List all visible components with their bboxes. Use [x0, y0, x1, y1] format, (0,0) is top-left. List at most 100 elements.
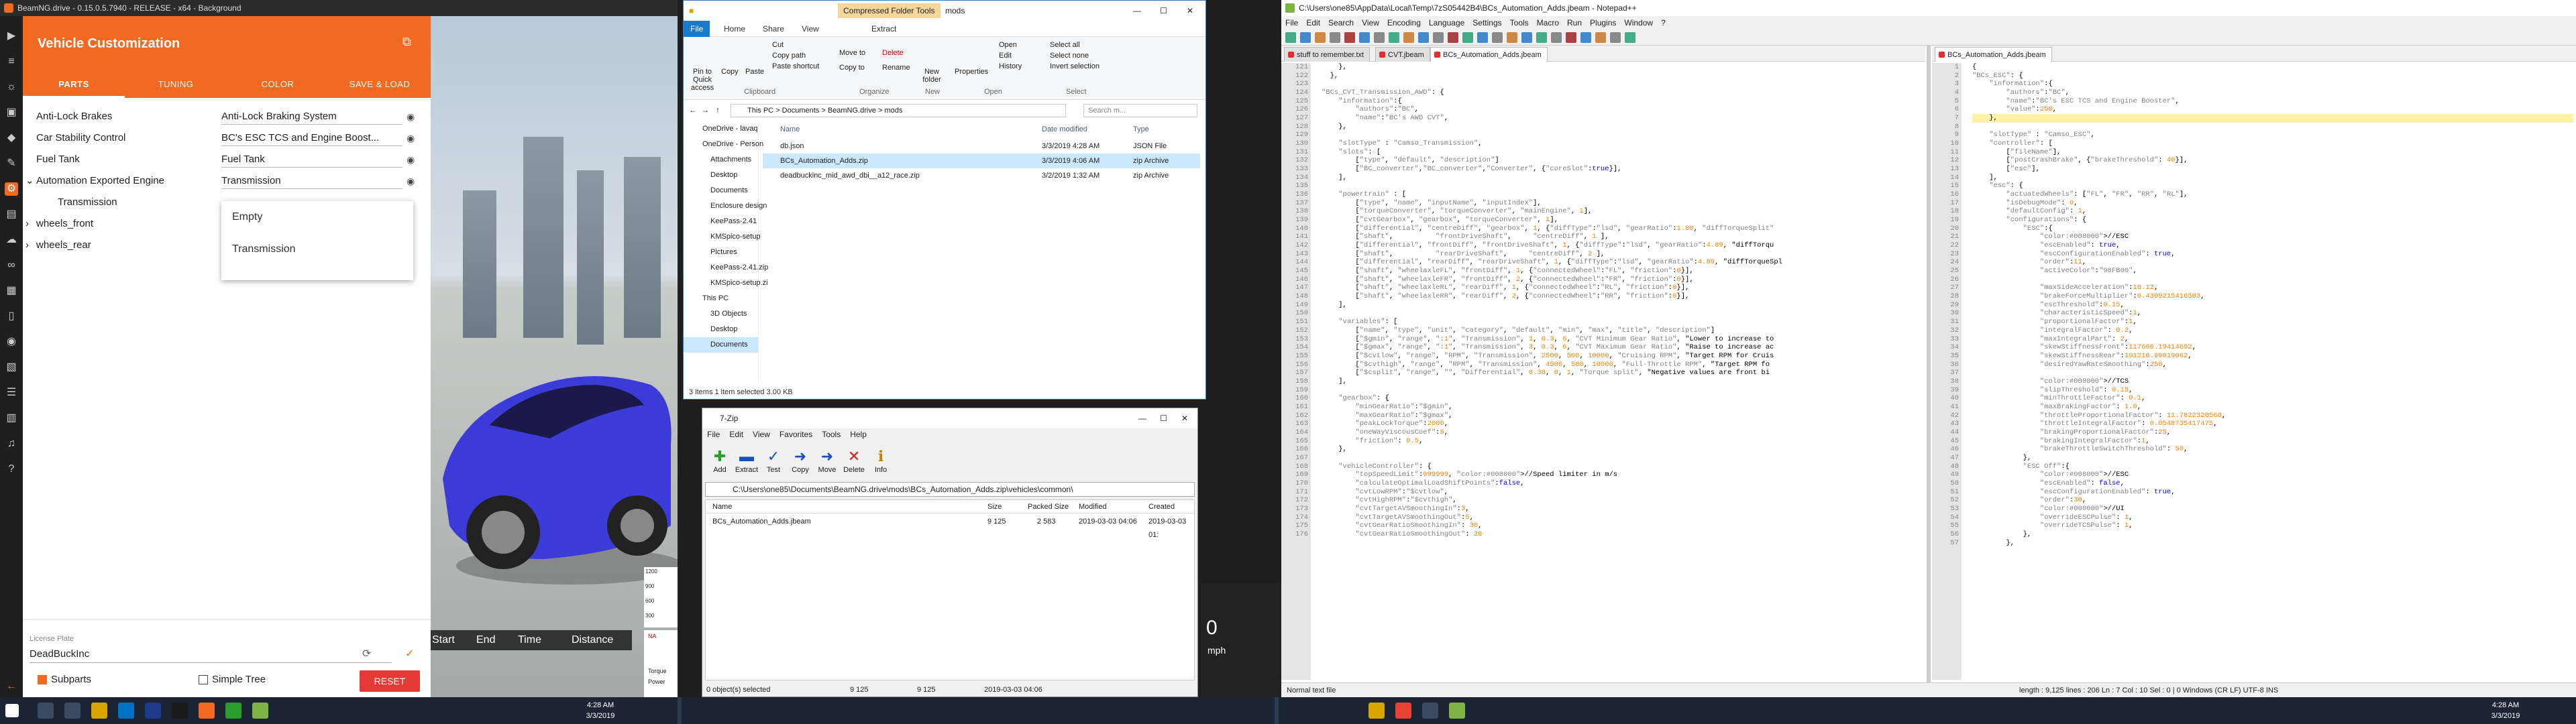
layers-icon[interactable]: ≡ [5, 55, 18, 68]
tab-parts[interactable]: PARTS [23, 71, 125, 98]
tab-share[interactable]: Share [756, 21, 791, 37]
toolbar-button-icon[interactable] [1462, 32, 1473, 43]
menu-plugins[interactable]: Plugins [1586, 18, 1620, 27]
nav-item[interactable]: Enclosure design [684, 198, 767, 214]
copy-button[interactable]: ➜ Copy [787, 447, 814, 474]
car-model[interactable] [429, 311, 678, 593]
menu-help[interactable]: ? [1657, 18, 1670, 27]
part-select[interactable]: Anti-Lock Braking System [221, 106, 402, 125]
toolbar-button-icon[interactable] [1625, 32, 1635, 43]
zip-path-input[interactable]: C:\Users\one85\Documents\BeamNG.drive\mo… [705, 482, 1195, 497]
toolbar-button-icon[interactable] [1477, 32, 1488, 43]
back-icon[interactable]: ← [5, 680, 18, 693]
nav-item[interactable]: Attachments [684, 152, 758, 168]
license-plate-input[interactable]: DeadBuckInc [30, 646, 392, 663]
clock[interactable]: 4:28 AM 3/3/2019 [2482, 700, 2529, 721]
paste-shortcut-button[interactable]: Paste shortcut [772, 62, 819, 70]
nav-item[interactable]: Documents [684, 183, 758, 198]
menu-encoding[interactable]: Encoding [1383, 18, 1425, 27]
app-icon[interactable] [1422, 703, 1438, 719]
editor-tab[interactable]: CVT.jbeam [1375, 47, 1430, 62]
copy-to-button[interactable]: Copy to [839, 64, 865, 72]
cut-button[interactable]: Cut [772, 41, 784, 49]
nav-item[interactable]: KMSpico-setup [684, 229, 761, 245]
delete-button[interactable]: ✕ Delete [841, 447, 867, 474]
invert-selection-button[interactable]: Invert selection [1050, 62, 1099, 70]
notepadpp-taskbar-icon[interactable] [252, 703, 268, 719]
nav-item[interactable]: OneDrive - lavaq [684, 121, 758, 137]
history-button[interactable]: History [999, 62, 1022, 70]
close-icon[interactable]: ✕ [1181, 408, 1188, 428]
file-row[interactable]: db.json 3/3/2019 4:28 AM JSON File [763, 139, 1200, 154]
pin-icon[interactable]: ⧉ [402, 35, 417, 50]
nav-item[interactable]: 3D Objects [684, 306, 758, 322]
tab-extract[interactable]: Extract [865, 21, 903, 37]
select-none-button[interactable]: Select none [1050, 52, 1089, 60]
toolbar-button-icon[interactable] [1433, 32, 1444, 43]
column-size[interactable]: Size [987, 500, 1002, 514]
clock-secondary[interactable]: 4:28 AM 3/3/2019 [577, 700, 624, 721]
test-button[interactable]: ✓ Test [760, 447, 787, 474]
task-view-icon[interactable] [64, 703, 80, 719]
expand-chevron-icon[interactable]: › [25, 213, 29, 235]
code-area[interactable]: {"BCs_ESC": { "information":{ "authors":… [1972, 63, 2573, 547]
outlook-icon[interactable] [118, 703, 134, 719]
link-icon[interactable]: ∞ [5, 259, 18, 272]
randomize-icon[interactable]: ⟳ [362, 647, 371, 660]
menu-tools[interactable]: Tools [817, 430, 845, 439]
pin-quick-access-button[interactable]: Pin to Quick access [689, 68, 716, 92]
column-name[interactable]: Name [780, 121, 800, 137]
nav-item[interactable]: KeePass-2.41 [684, 214, 758, 229]
info-button[interactable]: ℹ Info [867, 447, 894, 474]
visibility-eye-icon[interactable]: ◉ [407, 149, 421, 170]
column-modified[interactable]: Modified [1079, 500, 1107, 514]
file-explorer-icon[interactable] [1368, 703, 1385, 719]
menu-file[interactable]: File [702, 430, 724, 439]
search-icon[interactable] [38, 703, 54, 719]
code-area[interactable]: }, }, "BCs_CVT_Transmission_AWD": { "inf… [1322, 63, 1923, 539]
add-button[interactable]: ✚ Add [706, 447, 733, 474]
context-tab[interactable]: Compressed Folder Tools [838, 3, 941, 18]
paste-button[interactable]: Paste [745, 68, 764, 76]
move-to-button[interactable]: Move to [839, 49, 865, 57]
zip-row[interactable]: BCs_Automation_Adds.jbeam 9 125 2 583 20… [706, 515, 1194, 539]
toolbar-button-icon[interactable] [1521, 32, 1532, 43]
toolbar-button-icon[interactable] [1595, 32, 1606, 43]
toolbar-button-icon[interactable] [1300, 32, 1311, 43]
menu-search[interactable]: Search [1324, 18, 1358, 27]
app-icon[interactable] [145, 703, 161, 719]
toolbar-button-icon[interactable] [1492, 32, 1503, 43]
properties-button[interactable]: Properties [955, 68, 988, 76]
stats-icon[interactable]: ▥ [5, 412, 18, 425]
column-name[interactable]: Name [712, 500, 732, 514]
notepadpp-taskbar-icon[interactable] [1449, 703, 1465, 719]
menu-window[interactable]: Window [1620, 18, 1657, 27]
nav-item[interactable]: OneDrive - Person [684, 137, 763, 152]
toolbar-button-icon[interactable] [1418, 32, 1429, 43]
part-select[interactable]: BC's ESC TCS and Engine Boost... [221, 127, 402, 146]
tab-view[interactable]: View [795, 21, 826, 37]
dropdown-option[interactable]: Empty [221, 201, 413, 233]
toolbar-button-icon[interactable] [1536, 32, 1547, 43]
toolbar-button-icon[interactable] [1448, 32, 1458, 43]
menu-favorites[interactable]: Favorites [775, 430, 817, 439]
maximize-icon[interactable]: ☐ [1160, 1, 1167, 21]
open-button[interactable]: Open [999, 41, 1017, 49]
expand-chevron-icon[interactable]: ⌄ [25, 170, 34, 192]
new-folder-button[interactable]: New folder [918, 68, 945, 84]
mods-icon[interactable]: ▦ [5, 284, 18, 298]
toolbar-button-icon[interactable] [1285, 32, 1296, 43]
tab-home[interactable]: Home [717, 21, 752, 37]
vehicle-config-icon[interactable]: ⚙ [5, 182, 18, 196]
menu-tools[interactable]: Tools [1506, 18, 1533, 27]
back-arrow-icon[interactable]: ← [689, 105, 697, 115]
reset-button[interactable]: RESET [360, 670, 420, 692]
menu-file[interactable]: File [1281, 18, 1302, 27]
copy-button[interactable]: Copy [721, 68, 739, 76]
column-packed[interactable]: Packed Size [1028, 500, 1069, 514]
photo-icon[interactable]: ◉ [5, 335, 18, 349]
column-date[interactable]: Date modified [1042, 121, 1087, 137]
edit-button[interactable]: Edit [999, 52, 1012, 60]
forward-arrow-icon[interactable]: → [701, 105, 709, 115]
visibility-eye-icon[interactable]: ◉ [407, 106, 421, 127]
